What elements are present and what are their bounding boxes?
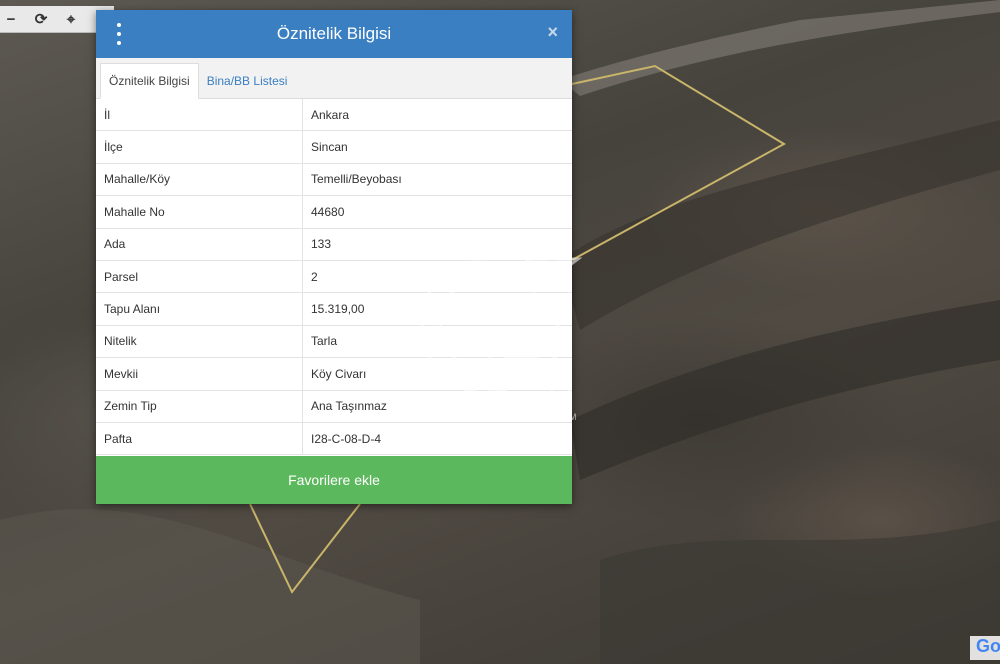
dialog-tabs: Öznitelik Bilgisi Bina/BB Listesi <box>96 58 572 99</box>
google-attribution-logo: Go <box>970 636 1000 660</box>
table-row: Mahalle No 44680 <box>96 195 572 229</box>
attribute-key: Parsel <box>96 260 303 294</box>
refresh-icon[interactable]: ⟳ <box>32 10 50 28</box>
dialog-header: Öznitelik Bilgisi × <box>96 10 572 58</box>
attribute-key: Tapu Alanı <box>96 292 303 326</box>
attribute-value: Ankara <box>302 99 572 132</box>
tab-attribute-info[interactable]: Öznitelik Bilgisi <box>100 63 199 99</box>
attribute-key: Pafta <box>96 422 303 456</box>
cb-watermark-logo: SM <box>421 235 583 422</box>
dialog-title: Öznitelik Bilgisi <box>276 24 392 43</box>
table-row: İlçe Sincan <box>96 130 572 164</box>
attribute-value: 44680 <box>302 195 572 229</box>
attribute-key: Zemin Tip <box>96 390 303 423</box>
close-icon[interactable]: × <box>547 22 558 43</box>
locate-icon[interactable]: ⌖ <box>62 11 80 28</box>
attribute-key: Mahalle/Köy <box>96 163 303 197</box>
tab-building-list[interactable]: Bina/BB Listesi <box>199 64 296 98</box>
attribute-key: Ada <box>96 228 303 261</box>
attribute-value: Temelli/Beyobası <box>302 163 572 197</box>
svg-text:SM: SM <box>563 412 577 422</box>
table-row: İl Ankara <box>96 99 572 132</box>
attribute-key: Nitelik <box>96 325 303 359</box>
add-to-favorites-button[interactable]: Favorilere ekle <box>96 456 572 504</box>
table-row: Mahalle/Köy Temelli/Beyobası <box>96 163 572 197</box>
attribute-key: Mahalle No <box>96 195 303 229</box>
more-vertical-icon[interactable] <box>112 23 126 45</box>
attribute-key: Mevkii <box>96 357 303 391</box>
attribute-key: İlçe <box>96 130 303 164</box>
attribute-key: İl <box>96 99 303 132</box>
attribute-value: Sincan <box>302 130 572 164</box>
minus-icon[interactable]: − <box>2 11 20 28</box>
